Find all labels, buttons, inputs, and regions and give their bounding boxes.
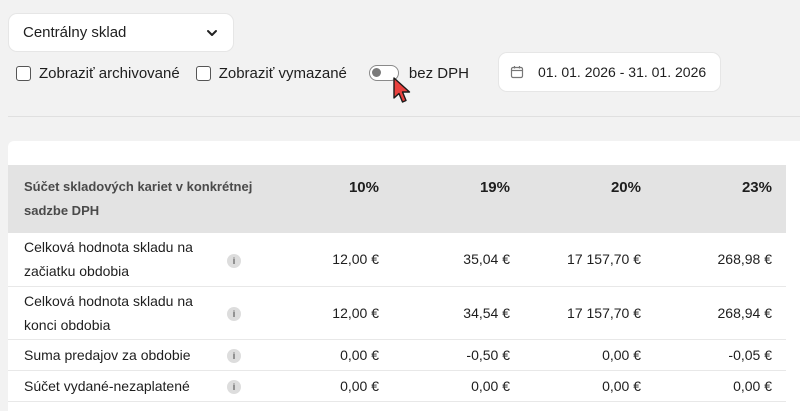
show-deleted-checkbox[interactable]: Zobraziť vymazané <box>195 64 347 82</box>
table-row: Celková hodnota skladu na začiatku obdob… <box>8 233 786 287</box>
column-header: 20% <box>524 165 655 233</box>
vat-summary-table: Súčet skladových kariet v konkrétnej sad… <box>8 165 786 402</box>
cell-value: -0,50 € <box>393 339 524 371</box>
cell-value: 17 157,70 € <box>524 286 655 340</box>
column-header: 23% <box>655 165 786 233</box>
warehouse-select-value: Centrálny sklad <box>23 24 127 41</box>
table-row: Celková hodnota skladu na konci obdobia … <box>8 286 786 340</box>
cell-value: 268,98 € <box>655 233 786 287</box>
vat-summary-card: Súčet skladových kariet v konkrétnej sad… <box>8 141 800 411</box>
table-header-row: Súčet skladových kariet v konkrétnej sad… <box>8 165 786 233</box>
warehouse-select[interactable]: Centrálny sklad <box>9 14 233 51</box>
calendar-icon <box>510 66 524 79</box>
vat-toggle[interactable]: bez DPH <box>368 64 469 82</box>
column-header: 10% <box>257 165 393 233</box>
table-row: Suma predajov za obdobie i 0,00 € -0,50 … <box>8 339 786 371</box>
show-archived-label: Zobraziť archivované <box>39 64 180 82</box>
info-icon[interactable]: i <box>227 307 241 321</box>
cell-value: 17 157,70 € <box>524 233 655 287</box>
cell-value: 12,00 € <box>257 286 393 340</box>
info-icon[interactable]: i <box>227 380 241 394</box>
column-header: 19% <box>393 165 524 233</box>
date-range-picker[interactable]: 01. 01. 2026 - 31. 01. 2026 <box>499 53 720 91</box>
table-row: Súčet vydané-nezaplatené i 0,00 € 0,00 €… <box>8 370 786 402</box>
cell-value: 0,00 € <box>524 370 655 402</box>
mouse-pointer-icon <box>393 77 411 103</box>
show-deleted-label: Zobraziť vymazané <box>218 64 347 82</box>
info-icon[interactable]: i <box>227 349 241 363</box>
row-label: Celková hodnota skladu na konci obdobia <box>8 286 221 340</box>
cell-value: 0,00 € <box>393 370 524 402</box>
cell-value: 0,00 € <box>257 339 393 371</box>
show-archived-checkbox[interactable]: Zobraziť archivované <box>16 65 180 82</box>
checkbox-box[interactable] <box>16 65 31 81</box>
cell-value: 0,00 € <box>257 370 393 402</box>
row-label: Suma predajov za obdobie <box>8 339 221 371</box>
vat-toggle-label: bez DPH <box>408 64 469 82</box>
cell-value: 12,00 € <box>257 233 393 287</box>
info-icon[interactable]: i <box>227 253 241 268</box>
toggle-knob <box>371 68 381 77</box>
checkbox-box[interactable] <box>195 65 211 81</box>
row-label: Súčet vydané-nezaplatené <box>8 370 221 402</box>
row-label: Celková hodnota skladu na začiatku obdob… <box>8 233 221 287</box>
header-label: Súčet skladových kariet v konkrétnej sad… <box>8 165 257 233</box>
cell-value: 0,00 € <box>655 370 786 402</box>
cell-value: 34,54 € <box>393 286 524 340</box>
cell-value: 0,00 € <box>524 339 655 371</box>
date-range-value: 01. 01. 2026 - 31. 01. 2026 <box>538 64 707 80</box>
section-divider <box>8 116 800 117</box>
chevron-down-icon <box>207 29 217 36</box>
cell-value: -0,05 € <box>655 339 786 371</box>
cell-value: 268,94 € <box>655 286 786 340</box>
cell-value: 35,04 € <box>393 233 524 287</box>
